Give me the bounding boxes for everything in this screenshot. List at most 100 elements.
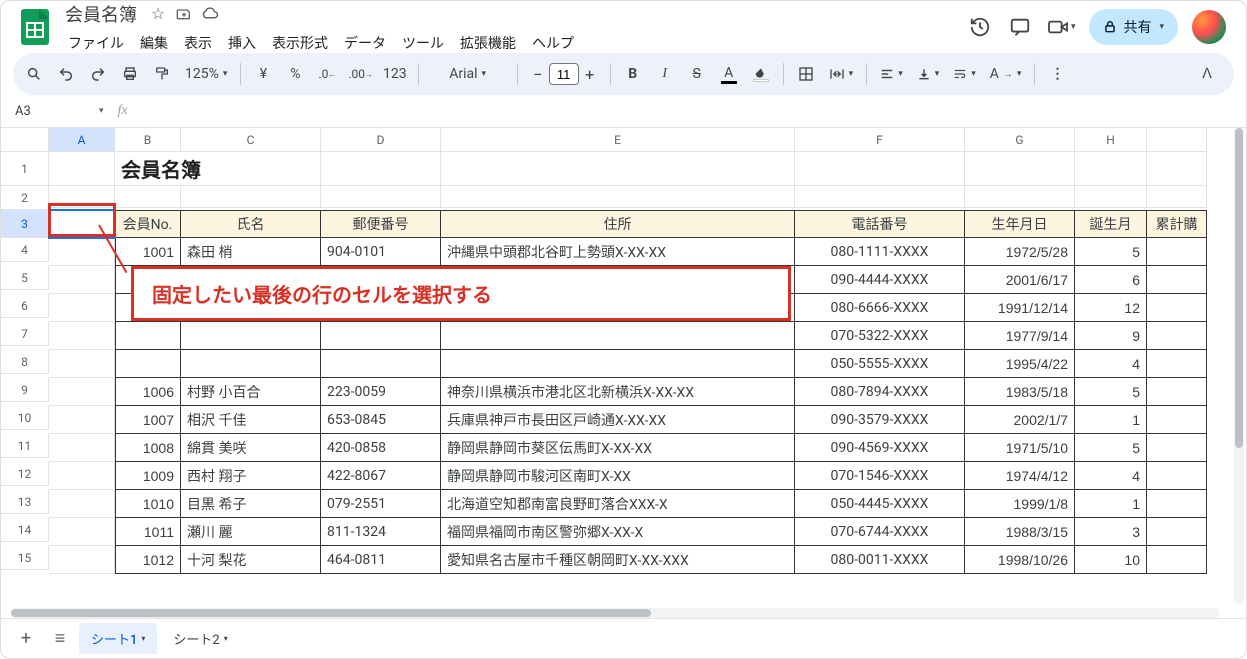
font-size-input[interactable]	[549, 63, 579, 85]
cell-dob-8[interactable]: 1995/4/22	[965, 350, 1075, 378]
table-header-0[interactable]: 会員No.	[115, 210, 181, 238]
print-icon[interactable]	[117, 60, 143, 88]
cell-zip-9[interactable]: 223-0059	[321, 378, 441, 406]
cell-dob-11[interactable]: 1971/5/10	[965, 434, 1075, 462]
cell-A7[interactable]	[49, 322, 115, 350]
cell-row1-2[interactable]	[795, 152, 965, 186]
cell-addr-11[interactable]: 静岡県静岡市葵区伝馬町X-XX-XX	[441, 434, 795, 462]
row-header-15[interactable]: 15	[1, 546, 49, 570]
cell-tel-8[interactable]: 050-5555-XXXX	[795, 350, 965, 378]
column-header-G[interactable]: G	[965, 128, 1075, 152]
horizontal-align-button[interactable]: ▾	[876, 60, 907, 88]
cell-extra-8[interactable]	[1147, 350, 1207, 378]
cell-A14[interactable]	[49, 518, 115, 546]
cell-A1[interactable]	[49, 152, 115, 186]
table-header-3[interactable]: 住所	[441, 210, 795, 238]
row-header-3[interactable]: 3	[1, 210, 49, 238]
cell-A9[interactable]	[49, 378, 115, 406]
menu-表示形式[interactable]: 表示形式	[265, 30, 335, 56]
table-header-2[interactable]: 郵便番号	[321, 210, 441, 238]
cloud-status-icon[interactable]	[201, 5, 219, 23]
cell-mon-4[interactable]: 5	[1075, 238, 1147, 266]
document-title[interactable]: 会員名簿	[61, 0, 141, 29]
cell-dob-10[interactable]: 2002/1/7	[965, 406, 1075, 434]
comment-icon[interactable]	[1007, 14, 1033, 40]
sheet-tab-0[interactable]: シート1▾	[79, 623, 157, 654]
cell-tel-6[interactable]: 080-6666-XXXX	[795, 294, 965, 322]
cell-row2-8[interactable]	[1147, 186, 1207, 208]
cell-zip-7[interactable]	[321, 322, 441, 350]
cell-zip-8[interactable]	[321, 350, 441, 378]
formula-bar-input[interactable]	[138, 104, 1234, 119]
cell-mon-12[interactable]: 4	[1075, 462, 1147, 490]
cell-tel-13[interactable]: 050-4445-XXXX	[795, 490, 965, 518]
format-currency-button[interactable]: ¥	[250, 60, 276, 88]
meet-icon[interactable]: ▾	[1047, 14, 1076, 40]
table-header-1[interactable]: 氏名	[181, 210, 321, 238]
vertical-scrollbar[interactable]	[1234, 128, 1244, 604]
name-box[interactable]: A3	[11, 102, 95, 121]
cell-mon-6[interactable]: 12	[1075, 294, 1147, 322]
cell-addr-8[interactable]	[441, 350, 795, 378]
cell-addr-9[interactable]: 神奈川県横浜市港北区北新横浜X-XX-XX	[441, 378, 795, 406]
cell-name-4[interactable]: 森田 梢	[181, 238, 321, 266]
cell-addr-13[interactable]: 北海道空知郡南富良野町落合XXX-X	[441, 490, 795, 518]
text-wrap-button[interactable]: ▾	[949, 60, 980, 88]
cell-dob-15[interactable]: 1998/10/26	[965, 546, 1075, 574]
borders-button[interactable]	[793, 60, 819, 88]
strikethrough-button[interactable]: S	[684, 60, 710, 88]
cell-name-15[interactable]: 十河 梨花	[181, 546, 321, 574]
cell-A6[interactable]	[49, 294, 115, 322]
cell-addr-12[interactable]: 静岡県静岡市駿河区南町X-XX	[441, 462, 795, 490]
cell-zip-10[interactable]: 653-0845	[321, 406, 441, 434]
cell-addr-10[interactable]: 兵庫県神戸市長田区戸崎通X-XX-XX	[441, 406, 795, 434]
collapse-toolbar-icon[interactable]: ᐱ	[1194, 60, 1220, 88]
cell-no-7[interactable]	[115, 322, 181, 350]
cell-no-14[interactable]: 1011	[115, 518, 181, 546]
column-header-F[interactable]: F	[795, 128, 965, 152]
column-header-E[interactable]: E	[441, 128, 795, 152]
history-icon[interactable]	[967, 14, 993, 40]
cell-zip-14[interactable]: 811-1324	[321, 518, 441, 546]
cell-A8[interactable]	[49, 350, 115, 378]
cell-dob-13[interactable]: 1999/1/8	[965, 490, 1075, 518]
cell-row2-4[interactable]	[441, 186, 795, 208]
increase-decimal-button[interactable]: .00→	[346, 60, 375, 88]
cell-row2-7[interactable]	[1075, 186, 1147, 208]
table-header-6[interactable]: 誕生月	[1075, 210, 1147, 238]
cell-tel-5[interactable]: 090-4444-XXXX	[795, 266, 965, 294]
cell-dob-6[interactable]: 1991/12/14	[965, 294, 1075, 322]
cell-addr-7[interactable]	[441, 322, 795, 350]
table-header-4[interactable]: 電話番号	[795, 210, 965, 238]
cell-mon-15[interactable]: 10	[1075, 546, 1147, 574]
row-header-6[interactable]: 6	[1, 294, 49, 318]
cell-tel-9[interactable]: 080-7894-XXXX	[795, 378, 965, 406]
column-header-B[interactable]: B	[115, 128, 181, 152]
more-toolbar-icon[interactable]: ⋮	[1044, 60, 1070, 88]
vertical-align-button[interactable]: ▾	[913, 60, 944, 88]
menu-ツール[interactable]: ツール	[395, 30, 451, 56]
cell-no-9[interactable]: 1006	[115, 378, 181, 406]
decrease-decimal-button[interactable]: .0←	[314, 60, 340, 88]
cell-tel-14[interactable]: 070-6744-XXXX	[795, 518, 965, 546]
menu-編集[interactable]: 編集	[133, 30, 175, 56]
text-rotation-button[interactable]: A→▾	[986, 60, 1026, 88]
cell-name-7[interactable]	[181, 322, 321, 350]
horizontal-scrollbar[interactable]	[11, 608, 1220, 618]
cell-extra-11[interactable]	[1147, 434, 1207, 462]
cell-dob-12[interactable]: 1974/4/12	[965, 462, 1075, 490]
cell-row2-2[interactable]	[181, 186, 321, 208]
name-box-caret-icon[interactable]: ▾	[99, 106, 104, 116]
cell-row1-4[interactable]	[1075, 152, 1147, 186]
row-header-13[interactable]: 13	[1, 490, 49, 514]
share-caret-icon[interactable]: ▾	[1159, 22, 1164, 32]
column-header-C[interactable]: C	[181, 128, 321, 152]
cell-dob-14[interactable]: 1988/3/15	[965, 518, 1075, 546]
row-header-1[interactable]: 1	[1, 152, 49, 186]
bold-button[interactable]: B	[620, 60, 646, 88]
cell-tel-15[interactable]: 080-0011-XXXX	[795, 546, 965, 574]
row-header-14[interactable]: 14	[1, 518, 49, 542]
cell-mon-10[interactable]: 1	[1075, 406, 1147, 434]
cell-mon-7[interactable]: 9	[1075, 322, 1147, 350]
cell-dob-9[interactable]: 1983/5/18	[965, 378, 1075, 406]
